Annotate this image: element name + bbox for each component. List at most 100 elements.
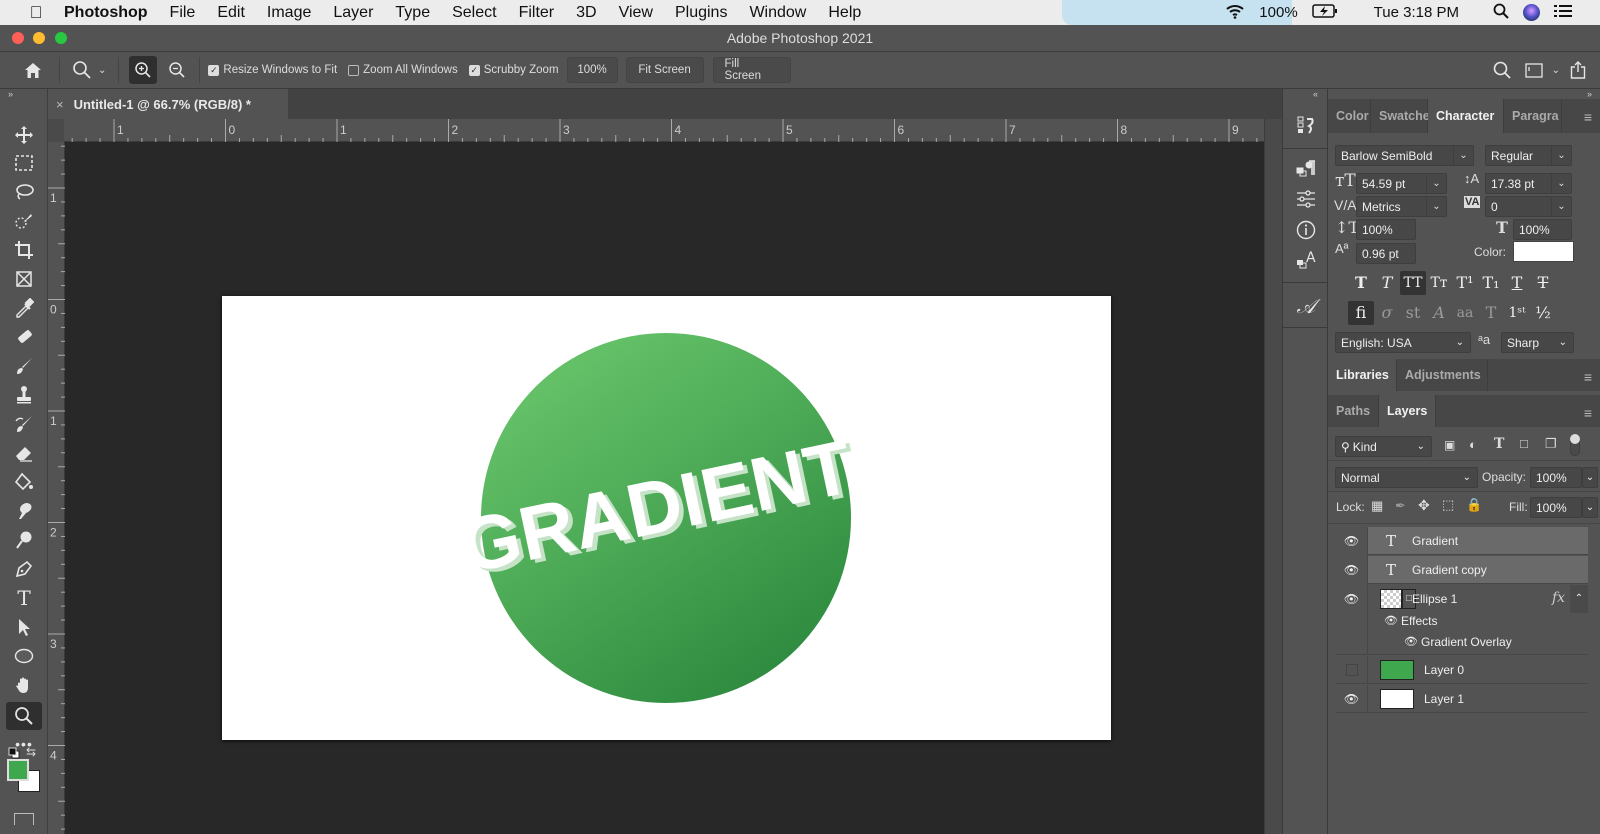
ruler-origin[interactable] (48, 119, 65, 142)
collapse-icons-icon[interactable]: « (1313, 89, 1318, 99)
language-select[interactable]: English: USA ⌄ (1335, 332, 1471, 353)
opacity-input[interactable]: 100% (1530, 467, 1582, 488)
panel-menu-icon[interactable]: ≡ (1584, 369, 1592, 385)
lock-artboard-icon[interactable]: ⬚ (1442, 497, 1454, 513)
maximize-window-button[interactable] (55, 32, 67, 44)
font-size-input[interactable]: 54.59 pt ⌄ (1356, 173, 1447, 194)
stylistic-alternates-button[interactable]: aa (1452, 301, 1478, 325)
history-brush-tool[interactable] (6, 411, 42, 437)
discretionary-ligatures-button[interactable]: st (1400, 301, 1426, 325)
tab-layers[interactable]: Layers (1379, 395, 1436, 427)
menu-file[interactable]: File (170, 4, 196, 22)
tracking-input[interactable]: 0 ⌄ (1485, 196, 1572, 217)
search-icon[interactable] (1493, 61, 1511, 79)
layer-row-gradient[interactable]: 👁 T Gradient (1336, 526, 1588, 555)
tool-preset-chevron-icon[interactable]: ⌄ (98, 65, 106, 76)
layer-filter-kind-select[interactable]: ⚲ Kind ⌄ (1335, 436, 1432, 457)
gradient-overlay-eye-icon[interactable]: 👁 (1404, 635, 1418, 648)
spotlight-search-icon[interactable] (1493, 3, 1509, 23)
visibility-eye-icon[interactable]: 👁 (1336, 555, 1368, 584)
collapse-panels-icon[interactable]: » (1587, 89, 1592, 99)
menu-select[interactable]: Select (452, 4, 496, 22)
filter-pixel-icon[interactable]: ▣ (1444, 438, 1455, 452)
layer-row-layer-1[interactable]: 👁 Layer 1 (1336, 684, 1588, 713)
opacity-slider-button[interactable]: ⌄ (1582, 467, 1598, 488)
swash-button[interactable]: A (1426, 301, 1452, 325)
menu-type[interactable]: Type (395, 4, 430, 22)
wifi-icon[interactable] (1225, 3, 1245, 23)
layer-row-layer-0[interactable]: Layer 0 (1336, 655, 1588, 684)
paragraph-styles-icon[interactable] (1283, 159, 1329, 184)
font-family-select[interactable]: Barlow SemiBold ⌄ (1335, 145, 1474, 166)
pen-tool[interactable] (6, 556, 42, 582)
leading-input[interactable]: 17.38 pt ⌄ (1485, 173, 1572, 194)
filter-shape-icon[interactable]: □ (1520, 436, 1528, 451)
layer-row-gradient-copy[interactable]: 👁 T Gradient copy (1336, 555, 1588, 584)
quick-selection-tool[interactable] (6, 208, 42, 234)
text-color-swatch[interactable] (1513, 241, 1574, 262)
marquee-tool[interactable] (6, 150, 42, 176)
strikethrough-button[interactable]: T (1530, 271, 1556, 295)
history-panel-icon[interactable] (1283, 115, 1329, 140)
filter-type-icon[interactable]: T (1494, 436, 1504, 452)
tab-paths[interactable]: Paths (1328, 395, 1379, 427)
lasso-tool[interactable] (6, 179, 42, 205)
path-selection-tool[interactable] (6, 614, 42, 640)
share-icon[interactable] (1570, 61, 1586, 79)
document-tab[interactable]: × Untitled-1 @ 66.7% (RGB/8) * (48, 89, 288, 119)
fill-screen-button[interactable]: Fill Screen (712, 57, 791, 83)
move-tool[interactable] (6, 122, 42, 148)
frame-tool[interactable] (6, 266, 42, 292)
layer-row-ellipse[interactable]: 👁 □ Ellipse 1 fx ⌃ 👁 Effects 👁 Gradient … (1336, 585, 1588, 655)
small-caps-button[interactable]: Tᴛ (1426, 271, 1452, 295)
menu-layer[interactable]: Layer (333, 4, 373, 22)
lock-transparent-icon[interactable]: ▦ (1371, 498, 1383, 514)
siri-icon[interactable] (1523, 4, 1540, 21)
panel-menu-icon[interactable]: ≡ (1584, 405, 1592, 421)
menu-filter[interactable]: Filter (519, 4, 555, 22)
lock-move-icon[interactable]: ✥ (1418, 497, 1430, 514)
paint-bucket-tool[interactable] (6, 469, 42, 495)
eraser-tool[interactable] (6, 440, 42, 466)
vertical-scrollbar[interactable] (1264, 119, 1282, 834)
filter-toggle[interactable] (1570, 434, 1580, 456)
eyedropper-tool[interactable] (6, 295, 42, 321)
menu-plugins[interactable]: Plugins (675, 4, 727, 22)
workspace-icon[interactable] (1524, 62, 1543, 78)
close-window-button[interactable] (12, 32, 24, 44)
properties-icon[interactable] (1283, 190, 1329, 213)
healing-brush-tool[interactable] (6, 324, 42, 350)
fill-slider-button[interactable]: ⌄ (1582, 497, 1598, 518)
zoom-out-button[interactable] (163, 56, 191, 84)
tab-color[interactable]: Color (1328, 99, 1371, 133)
character-styles-icon[interactable]: A (1283, 250, 1329, 275)
font-style-select[interactable]: Regular ⌄ (1485, 145, 1572, 166)
swap-colors-icon[interactable]: ⇆ (26, 745, 36, 759)
ordinals-button[interactable]: 1ˢᵗ (1504, 301, 1530, 325)
all-caps-button[interactable]: TT (1400, 271, 1426, 295)
tab-libraries[interactable]: Libraries (1328, 359, 1397, 391)
visibility-eye-icon[interactable]: 👁 (1336, 684, 1368, 713)
subscript-button[interactable]: T₁ (1478, 271, 1504, 295)
superscript-button[interactable]: T¹ (1452, 271, 1478, 295)
collapse-effects-icon[interactable]: ⌃ (1570, 585, 1588, 613)
crop-tool[interactable] (6, 237, 42, 263)
battery-icon[interactable] (1311, 3, 1338, 22)
vertical-scale-input[interactable]: 100% (1356, 219, 1416, 240)
horizontal-ruler[interactable]: 1 0 1 2 3 4 5 6 7 8 9 (64, 119, 1264, 142)
brush-tool[interactable] (6, 353, 42, 379)
tab-swatches[interactable]: Swatche (1371, 99, 1430, 133)
blend-mode-select[interactable]: Normal ⌄ (1335, 467, 1478, 488)
filter-adjustment-icon[interactable]: ◐ (1469, 437, 1477, 452)
foreground-color-swatch[interactable] (7, 759, 29, 781)
clone-stamp-tool[interactable] (6, 382, 42, 408)
menu-3d[interactable]: 3D (576, 4, 596, 22)
effects-eye-icon[interactable]: 👁 (1384, 614, 1398, 627)
zoom-all-windows-checkbox[interactable]: Zoom All Windows (348, 64, 458, 76)
standard-ligatures-button[interactable]: fi (1348, 301, 1374, 325)
lock-paint-icon[interactable]: ✒ (1395, 498, 1406, 514)
clock[interactable]: Tue 3:18 PM (1374, 4, 1459, 21)
home-icon[interactable] (21, 62, 45, 79)
tab-character[interactable]: Character (1428, 99, 1504, 133)
hand-tool[interactable] (6, 672, 42, 698)
